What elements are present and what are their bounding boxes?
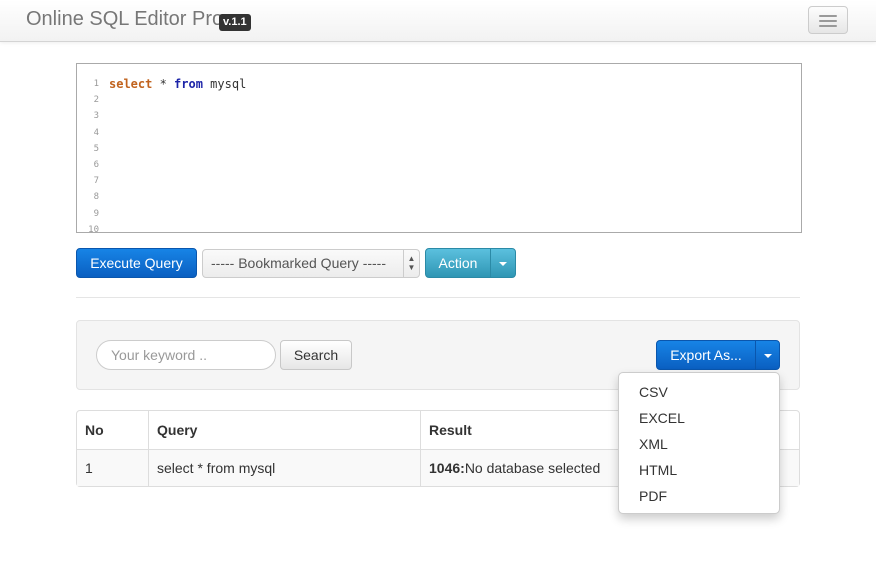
menu-item-html[interactable]: HTML: [619, 457, 779, 483]
line-number: 9: [93, 208, 99, 219]
divider: [76, 297, 800, 298]
line-number: 6: [93, 159, 99, 170]
search-input[interactable]: [96, 340, 276, 370]
bookmarked-query-value: ----- Bookmarked Query -----: [211, 255, 387, 271]
line-number: 4: [93, 127, 99, 138]
menu-item-csv[interactable]: CSV: [619, 379, 779, 405]
line-number: 10: [88, 224, 99, 233]
caret-down-icon: [763, 354, 772, 359]
cell-no: 1: [77, 449, 148, 486]
line-number: 8: [93, 192, 99, 203]
menu-toggle-button[interactable]: [808, 6, 848, 34]
code-table-name: mysql: [202, 77, 247, 91]
result-text: No database selected: [464, 460, 601, 476]
line-number-gutter: 1 2 3 4 5 6 7 8 9 10: [77, 76, 103, 233]
export-as-button[interactable]: Export As...: [656, 340, 756, 370]
line-number: 1: [93, 79, 99, 89]
line-number: 7: [93, 176, 99, 187]
line-number: 5: [93, 143, 99, 154]
code-line-1[interactable]: select * from mysql: [109, 76, 246, 92]
cell-query: select * from mysql: [148, 449, 420, 486]
export-dropdown-toggle[interactable]: [755, 340, 780, 370]
search-button[interactable]: Search: [280, 340, 352, 370]
keyword-from: from: [174, 77, 203, 91]
hamburger-icon: [819, 15, 837, 17]
version-badge: v.1.1: [219, 14, 251, 31]
line-number: 3: [93, 111, 99, 122]
menu-item-pdf[interactable]: PDF: [619, 483, 779, 509]
keyword-select: select: [109, 77, 153, 91]
action-dropdown-toggle[interactable]: [490, 248, 516, 278]
line-number: 2: [93, 95, 99, 106]
action-button[interactable]: Action: [425, 248, 491, 278]
execute-query-button[interactable]: Execute Query: [76, 248, 197, 278]
export-dropdown-menu: CSV EXCEL XML HTML PDF: [618, 372, 780, 514]
bookmarked-query-select[interactable]: ----- Bookmarked Query ----- ▲ ▼: [202, 249, 420, 278]
brand-title[interactable]: Online SQL Editor Pro: [26, 8, 223, 31]
navbar: Online SQL Editor Pro v.1.1: [0, 0, 876, 42]
code-star: *: [152, 77, 175, 91]
menu-item-xml[interactable]: XML: [619, 431, 779, 457]
select-arrows-icon: ▲ ▼: [403, 250, 419, 277]
caret-down-icon: [499, 262, 507, 267]
menu-item-excel[interactable]: EXCEL: [619, 405, 779, 431]
sql-editor[interactable]: 1 2 3 4 5 6 7 8 9 10 select * from mysql: [76, 63, 802, 233]
result-code: 1046:: [429, 460, 465, 476]
column-header-no: No: [85, 422, 104, 438]
column-header-query: Query: [148, 411, 420, 449]
